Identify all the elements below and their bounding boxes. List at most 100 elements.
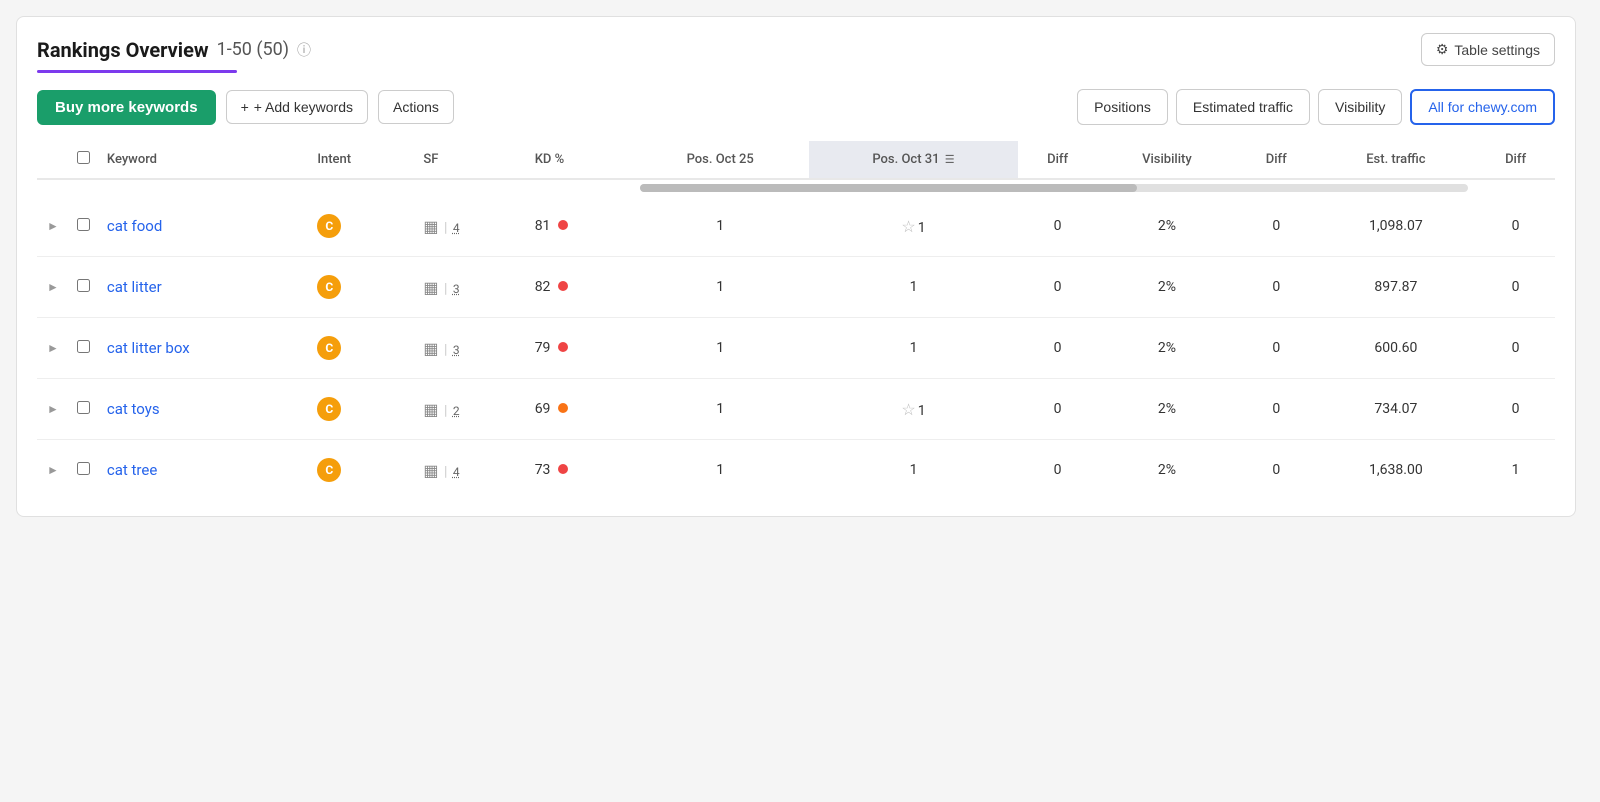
- table-settings-button[interactable]: ⚙ Table settings: [1421, 33, 1555, 66]
- kd-difficulty-dot: [558, 464, 568, 474]
- title-underline: [37, 70, 237, 73]
- intent-badge: C: [317, 458, 341, 482]
- sf-image-icon: ▦: [423, 278, 438, 297]
- kd-value: 79: [535, 340, 551, 356]
- keyword-cell: cat toys: [99, 379, 309, 440]
- rankings-overview-card: Rankings Overview 1-50 (50) ⓘ ⚙ Table se…: [16, 16, 1576, 517]
- expand-cell: ►: [37, 440, 69, 501]
- expand-button[interactable]: ►: [45, 278, 61, 296]
- keyword-link[interactable]: cat litter box: [107, 339, 190, 357]
- est-diff-cell: 0: [1476, 257, 1555, 318]
- row-checkbox[interactable]: [77, 401, 90, 414]
- page-title: Rankings Overview: [37, 38, 209, 62]
- intent-cell: C: [309, 318, 415, 379]
- row-checkbox[interactable]: [77, 340, 90, 353]
- tab-visibility[interactable]: Visibility: [1318, 89, 1402, 125]
- intent-badge: C: [317, 397, 341, 421]
- col-keyword: Keyword: [99, 141, 309, 179]
- sf-image-icon: ▦: [423, 461, 438, 480]
- expand-button[interactable]: ►: [45, 461, 61, 479]
- visibility-cell: 2%: [1097, 318, 1237, 379]
- select-all-checkbox[interactable]: [77, 151, 90, 164]
- expand-button[interactable]: ►: [45, 339, 61, 357]
- col-pos-oct31[interactable]: Pos. Oct 31 ☰: [809, 141, 1018, 179]
- intent-cell: C: [309, 379, 415, 440]
- col-kd: KD %: [527, 141, 632, 179]
- table-row: ► cat food C ▦ | 4 81 1 ☆1 0 2% 0 1,098.…: [37, 196, 1555, 257]
- keyword-link[interactable]: cat toys: [107, 400, 160, 418]
- expand-button[interactable]: ►: [45, 217, 61, 235]
- diff-pos-cell: 0: [1018, 257, 1097, 318]
- col-sf: SF: [415, 141, 526, 179]
- add-keywords-button[interactable]: + + Add keywords: [226, 90, 368, 124]
- keyword-link[interactable]: cat tree: [107, 461, 157, 479]
- kd-difficulty-dot: [558, 281, 568, 291]
- sf-number: 3: [453, 343, 460, 357]
- actions-button[interactable]: Actions: [378, 90, 454, 124]
- vis-diff-cell: 0: [1237, 379, 1316, 440]
- keyword-link[interactable]: cat litter: [107, 278, 162, 296]
- est-diff-cell: 0: [1476, 318, 1555, 379]
- keyword-link[interactable]: cat food: [107, 217, 162, 235]
- tab-estimated-traffic[interactable]: Estimated traffic: [1176, 89, 1310, 125]
- scroll-bar-thumb: [640, 184, 1137, 192]
- sf-number: 3: [453, 282, 460, 296]
- expand-button[interactable]: ►: [45, 400, 61, 418]
- gear-icon: ⚙: [1436, 41, 1449, 58]
- keyword-cell: cat tree: [99, 440, 309, 501]
- checkbox-cell: [69, 318, 99, 379]
- row-checkbox[interactable]: [77, 218, 90, 231]
- intent-cell: C: [309, 257, 415, 318]
- tab-positions[interactable]: Positions: [1077, 89, 1168, 125]
- pos-oct31-cell: ☆1: [809, 196, 1018, 257]
- col-pos-oct25: Pos. Oct 25: [632, 141, 809, 179]
- vis-diff-cell: 0: [1237, 318, 1316, 379]
- rankings-table: Keyword Intent SF KD % Pos. Oct 25 Pos. …: [37, 141, 1555, 500]
- keyword-cell: cat litter: [99, 257, 309, 318]
- table-settings-label: Table settings: [1454, 42, 1540, 58]
- intent-cell: C: [309, 196, 415, 257]
- col-visibility: Visibility: [1097, 141, 1237, 179]
- row-checkbox[interactable]: [77, 462, 90, 475]
- info-icon[interactable]: ⓘ: [297, 40, 311, 60]
- sf-cell: ▦ | 3: [415, 318, 526, 379]
- est-diff-cell: 1: [1476, 440, 1555, 501]
- row-checkbox[interactable]: [77, 279, 90, 292]
- visibility-cell: 2%: [1097, 440, 1237, 501]
- kd-cell: 81: [527, 196, 632, 257]
- toolbar: Buy more keywords + + Add keywords Actio…: [37, 89, 1555, 125]
- est-diff-cell: 0: [1476, 379, 1555, 440]
- intent-badge: C: [317, 336, 341, 360]
- pos-oct25-cell: 1: [632, 440, 809, 501]
- pos-oct31-cell: ☆1: [809, 379, 1018, 440]
- sf-cell: ▦ | 3: [415, 257, 526, 318]
- est-traffic-cell: 1,638.00: [1316, 440, 1476, 501]
- intent-badge: C: [317, 214, 341, 238]
- checkbox-cell: [69, 196, 99, 257]
- diff-pos-cell: 0: [1018, 318, 1097, 379]
- col-intent: Intent: [309, 141, 415, 179]
- buy-keywords-button[interactable]: Buy more keywords: [37, 90, 216, 125]
- kd-value: 73: [535, 462, 551, 478]
- col-vis-diff: Diff: [1237, 141, 1316, 179]
- visibility-cell: 2%: [1097, 257, 1237, 318]
- keyword-cell: cat litter box: [99, 318, 309, 379]
- add-keywords-label: + Add keywords: [254, 99, 353, 115]
- kd-cell: 73: [527, 440, 632, 501]
- sort-icon: ☰: [945, 153, 955, 166]
- expand-cell: ►: [37, 379, 69, 440]
- pos-oct25-cell: 1: [632, 257, 809, 318]
- sf-number: 4: [453, 465, 460, 479]
- pos-oct31-cell: 1: [809, 440, 1018, 501]
- pos-oct25-cell: 1: [632, 379, 809, 440]
- tab-all-chewy[interactable]: All for chewy.com: [1410, 89, 1555, 125]
- col-expand: [37, 141, 69, 179]
- checkbox-cell: [69, 257, 99, 318]
- scroll-bar[interactable]: [640, 184, 1469, 192]
- header-row: Rankings Overview 1-50 (50) ⓘ ⚙ Table se…: [37, 33, 1555, 66]
- table-row: ► cat toys C ▦ | 2 69 1 ☆1 0 2% 0 734.07…: [37, 379, 1555, 440]
- kd-difficulty-dot: [558, 220, 568, 230]
- tabs-group: Positions Estimated traffic Visibility A…: [1077, 89, 1555, 125]
- kd-cell: 82: [527, 257, 632, 318]
- est-traffic-cell: 897.87: [1316, 257, 1476, 318]
